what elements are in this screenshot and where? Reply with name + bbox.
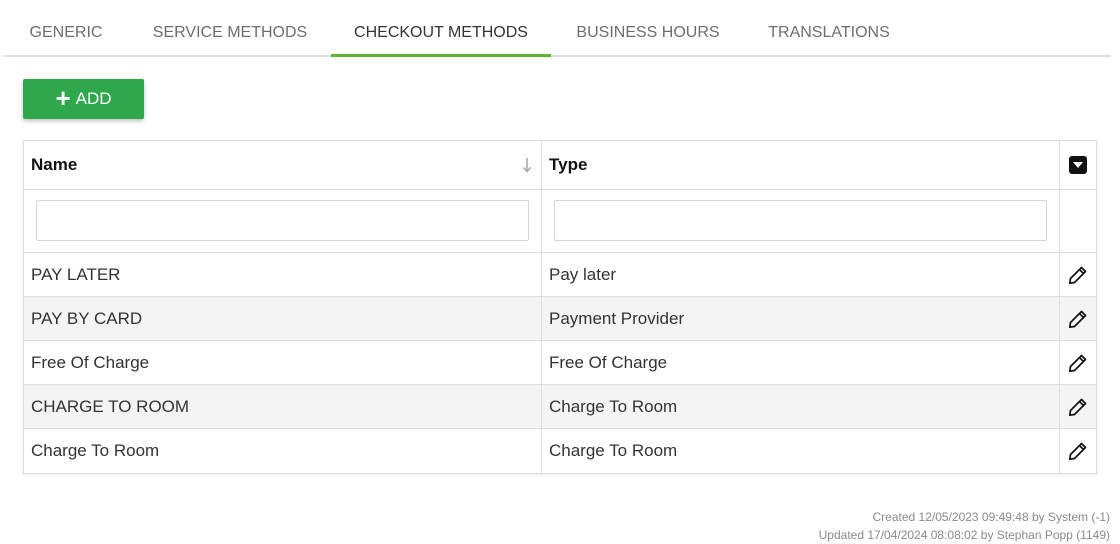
table-row[interactable]: Charge To Room Charge To Room <box>24 429 1096 473</box>
row-type-cell: Charge To Room <box>542 385 1060 428</box>
row-actions-cell <box>1060 341 1096 384</box>
filter-row <box>24 190 1096 253</box>
column-header-name[interactable]: Name <box>24 141 542 189</box>
tab-translations[interactable]: TRANSLATIONS <box>758 0 900 57</box>
filter-cell-actions <box>1060 190 1096 252</box>
edit-pencil-icon[interactable] <box>1067 396 1089 418</box>
row-name-cell: Charge To Room <box>24 429 542 473</box>
column-header-type-label: Type <box>549 155 588 174</box>
table-row[interactable]: PAY BY CARD Payment Provider <box>24 297 1096 341</box>
sort-arrow-icon <box>522 157 532 178</box>
tab-bar: GENERIC SERVICE METHODS CHECKOUT METHODS… <box>3 0 1111 57</box>
row-name-cell: PAY BY CARD <box>24 297 542 340</box>
type-filter-input[interactable] <box>554 200 1047 241</box>
add-button-label: ADD <box>75 89 112 108</box>
row-actions-cell <box>1060 253 1096 296</box>
row-type-cell: Payment Provider <box>542 297 1060 340</box>
row-actions-cell <box>1060 385 1096 428</box>
checkout-methods-table: Name Type PAY LATER Pay later PAY BY CAR… <box>23 140 1097 474</box>
table-header: Name Type <box>24 141 1096 190</box>
filter-cell-name <box>24 190 542 252</box>
row-name-cell: PAY LATER <box>24 253 542 296</box>
row-type-cell: Pay later <box>542 253 1060 296</box>
column-header-name-label: Name <box>31 155 78 174</box>
column-menu-icon[interactable] <box>1069 156 1087 174</box>
row-type-cell: Free Of Charge <box>542 341 1060 384</box>
table-row[interactable]: PAY LATER Pay later <box>24 253 1096 297</box>
row-name-cell: Free Of Charge <box>24 341 542 384</box>
row-actions-cell <box>1060 297 1096 340</box>
edit-pencil-icon[interactable] <box>1067 352 1089 374</box>
tab-generic[interactable]: GENERIC <box>3 0 129 57</box>
table-row[interactable]: CHARGE TO ROOM Charge To Room <box>24 385 1096 429</box>
edit-pencil-icon[interactable] <box>1067 308 1089 330</box>
table-row[interactable]: Free Of Charge Free Of Charge <box>24 341 1096 385</box>
plus-icon: + <box>55 83 71 113</box>
tab-checkout-methods[interactable]: CHECKOUT METHODS <box>331 0 551 57</box>
column-header-actions <box>1060 141 1096 189</box>
created-info: Created 12/05/2023 09:49:48 by System (-… <box>872 510 1110 524</box>
row-type-cell: Charge To Room <box>542 429 1060 473</box>
row-name-cell: CHARGE TO ROOM <box>24 385 542 428</box>
edit-pencil-icon[interactable] <box>1067 440 1089 462</box>
add-button[interactable]: + ADD <box>23 79 144 119</box>
updated-info: Updated 17/04/2024 08:08:02 by Stephan P… <box>818 528 1110 542</box>
filter-cell-type <box>542 190 1060 252</box>
row-actions-cell <box>1060 429 1096 473</box>
tab-service-methods[interactable]: SERVICE METHODS <box>145 0 315 57</box>
audit-footer: Created 12/05/2023 09:49:48 by System (-… <box>819 508 1110 544</box>
edit-pencil-icon[interactable] <box>1067 264 1089 286</box>
name-filter-input[interactable] <box>36 200 529 241</box>
tab-business-hours[interactable]: BUSINESS HOURS <box>568 0 728 57</box>
column-header-type[interactable]: Type <box>542 141 1060 189</box>
